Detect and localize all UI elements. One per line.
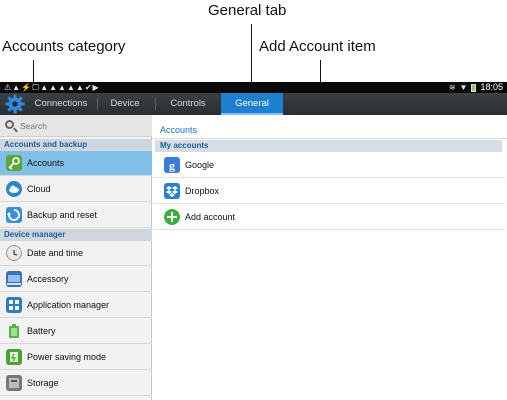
sidebar-item-date-time[interactable]: Date and time: [0, 241, 152, 266]
sidebar-item-label: Date and time: [27, 248, 84, 258]
clock-icon: [6, 245, 22, 261]
add-account-label: Add account: [185, 212, 236, 222]
account-label: Dropbox: [185, 186, 220, 196]
tab-device[interactable]: Device: [97, 93, 153, 115]
battery-status-icon: [471, 83, 477, 92]
add-icon: [164, 209, 180, 225]
account-item-dropbox[interactable]: Dropbox: [153, 179, 505, 204]
section-header-device-manager: Device manager: [0, 229, 152, 241]
callout-accounts-category: Accounts category: [2, 38, 126, 55]
wifi-icon: ≋: [448, 83, 456, 92]
sidebar-item-label: Battery: [27, 326, 56, 336]
sidebar-item-label: Storage: [27, 378, 59, 388]
account-item-google[interactable]: g Google: [153, 153, 505, 178]
battery-icon: [6, 323, 22, 339]
sidebar-item-power-saving[interactable]: Power saving mode: [0, 345, 152, 370]
sidebar-item-battery[interactable]: Battery: [0, 319, 152, 344]
page-title: Accounts: [160, 125, 198, 135]
sidebar-item-application-manager[interactable]: Application manager: [0, 293, 152, 318]
signal-icon: ▼: [459, 83, 468, 92]
divider: [153, 138, 507, 139]
clock-time: 18:05: [480, 82, 503, 92]
status-right: ≋ ▼ 18:05: [449, 82, 503, 93]
backup-icon: [6, 207, 22, 223]
device-screen: ⚠▲⚡☐▲▲▲▲▲✔▶ ≋ ▼ 18:05 Connections Device…: [0, 82, 507, 400]
notification-icons: ⚠▲⚡☐▲▲▲▲▲✔▶: [4, 83, 100, 92]
search-input[interactable]: [20, 118, 145, 134]
sidebar-item-label: Power saving mode: [27, 352, 107, 362]
key-icon: [6, 155, 22, 171]
cloud-icon: [6, 181, 22, 197]
power-saving-icon: [6, 349, 22, 365]
status-bar: ⚠▲⚡☐▲▲▲▲▲✔▶ ≋ ▼ 18:05: [0, 82, 507, 93]
sidebar-item-cloud[interactable]: Cloud: [0, 177, 152, 202]
section-header-my-accounts: My accounts: [155, 140, 502, 152]
sidebar-item-storage[interactable]: Storage: [0, 371, 152, 396]
tab-controls[interactable]: Controls: [155, 93, 221, 115]
storage-icon: [6, 375, 22, 391]
callout-general-tab: General tab: [208, 2, 287, 19]
section-header-accounts-backup: Accounts and backup: [0, 139, 152, 151]
search-bar: [0, 115, 152, 137]
sidebar-item-accessory[interactable]: Accessory: [0, 267, 152, 292]
sidebar-item-label: Accounts: [27, 158, 65, 168]
sidebar-item-label: Accessory: [27, 274, 69, 284]
settings-gear-icon[interactable]: [5, 94, 25, 114]
account-label: Google: [185, 160, 215, 170]
search-icon: [5, 120, 14, 129]
dropbox-icon: [164, 183, 180, 199]
add-account-item[interactable]: Add account: [153, 205, 505, 230]
app-grid-icon: [6, 297, 22, 313]
sidebar-item-label: Cloud: [27, 184, 51, 194]
sidebar-item-backup-reset[interactable]: Backup and reset: [0, 203, 152, 228]
google-icon: g: [164, 157, 180, 173]
sidebar-item-label: Application manager: [27, 300, 110, 310]
tab-connections[interactable]: Connections: [27, 93, 95, 115]
callout-add-account-item: Add Account item: [259, 38, 376, 55]
sidebar-item-label: Backup and reset: [27, 210, 98, 220]
settings-tab-bar: Connections Device Controls General: [0, 93, 507, 115]
tab-general[interactable]: General: [221, 93, 283, 115]
main-panel: Accounts My accounts g Google Dropbox Ad…: [153, 115, 507, 400]
settings-sidebar: Accounts and backup Accounts Cloud Backu…: [0, 115, 152, 400]
sidebar-item-accounts[interactable]: Accounts: [0, 151, 152, 176]
accessory-icon: [6, 271, 22, 287]
svg-text:g: g: [169, 159, 175, 173]
